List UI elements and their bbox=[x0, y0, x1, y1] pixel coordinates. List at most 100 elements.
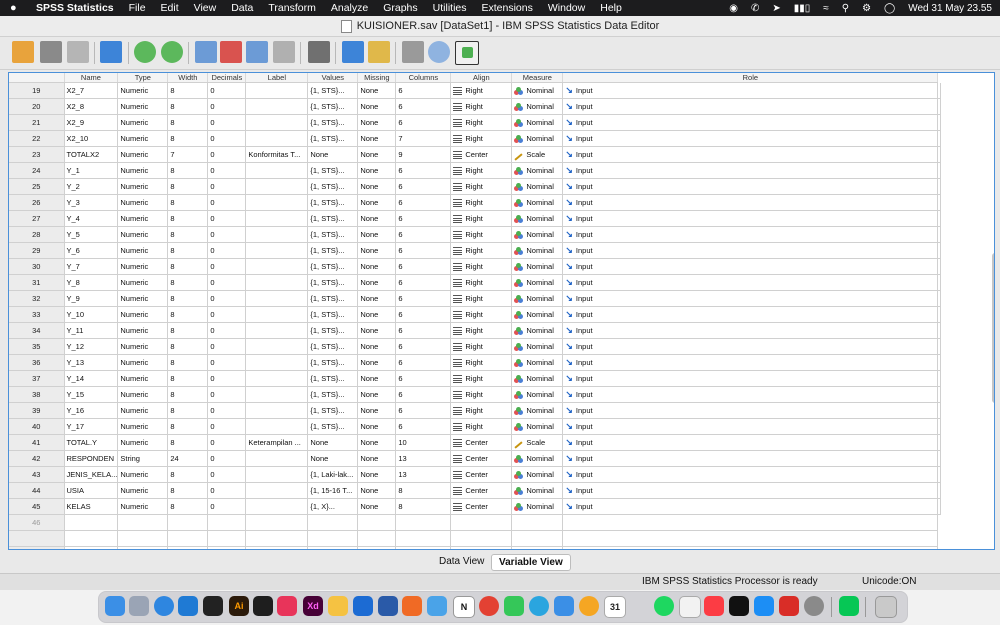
cell-columns[interactable]: 6 bbox=[395, 338, 452, 355]
cell-decimals[interactable]: 0 bbox=[207, 306, 247, 323]
globe-icon[interactable] bbox=[427, 596, 447, 616]
cell-role[interactable]: ↘ Input bbox=[562, 242, 939, 259]
cell-decimals[interactable]: 0 bbox=[207, 354, 247, 371]
cell-columns[interactable]: 6 bbox=[395, 354, 452, 371]
cell-type[interactable]: Numeric bbox=[117, 434, 169, 451]
menu-graphs[interactable]: Graphs bbox=[383, 2, 417, 14]
cell-label[interactable] bbox=[245, 98, 309, 115]
cell-width[interactable]: 8 bbox=[167, 322, 209, 339]
cell-values[interactable]: {1, STS}... bbox=[307, 194, 359, 211]
cell-decimals[interactable]: 0 bbox=[207, 322, 247, 339]
cell-align[interactable]: Right bbox=[450, 274, 513, 291]
cell-name[interactable]: Y_16 bbox=[64, 402, 119, 419]
cell-label[interactable] bbox=[245, 274, 309, 291]
col-header-columns[interactable]: Columns bbox=[395, 73, 452, 83]
cell-missing[interactable]: None bbox=[357, 242, 397, 259]
cell-measure[interactable]: Nominal bbox=[511, 402, 564, 419]
spotify-icon[interactable] bbox=[654, 596, 674, 616]
cell-width[interactable]: 7 bbox=[167, 146, 209, 163]
cell-columns[interactable]: 8 bbox=[395, 482, 452, 499]
cell-align[interactable]: Center bbox=[450, 498, 513, 515]
cell-type[interactable]: Numeric bbox=[117, 466, 169, 483]
save-icon[interactable] bbox=[40, 41, 62, 63]
col-header-decimals[interactable]: Decimals bbox=[207, 73, 247, 83]
cell-align[interactable]: Right bbox=[450, 386, 513, 403]
cell-columns[interactable]: 6 bbox=[395, 258, 452, 275]
row-number[interactable]: 21 bbox=[9, 114, 65, 131]
cell-missing[interactable]: None bbox=[357, 226, 397, 243]
row-number[interactable]: 28 bbox=[9, 226, 65, 243]
row-number[interactable]: 44 bbox=[9, 482, 65, 499]
creative-cloud-icon[interactable] bbox=[277, 596, 297, 616]
cell-missing[interactable]: None bbox=[357, 370, 397, 387]
cell-align[interactable]: Center bbox=[450, 466, 513, 483]
cell-label[interactable] bbox=[245, 386, 309, 403]
cell-align[interactable]: Center bbox=[450, 146, 513, 163]
figma-icon[interactable] bbox=[253, 596, 273, 616]
finder-icon[interactable] bbox=[105, 596, 125, 616]
menu-help[interactable]: Help bbox=[600, 2, 622, 14]
status-app-icon[interactable]: ◉ bbox=[729, 3, 738, 14]
cell-label[interactable] bbox=[245, 226, 309, 243]
cell-missing[interactable]: None bbox=[357, 194, 397, 211]
cell-name[interactable]: Y_15 bbox=[64, 386, 119, 403]
cell-values[interactable]: {1, STS}... bbox=[307, 210, 359, 227]
cell-measure[interactable]: Nominal bbox=[511, 162, 564, 179]
cell-values[interactable]: {1, STS}... bbox=[307, 322, 359, 339]
undo-icon[interactable] bbox=[134, 41, 156, 63]
empty-cell[interactable] bbox=[64, 514, 119, 531]
cell-missing[interactable]: None bbox=[357, 498, 397, 515]
cell-label[interactable] bbox=[245, 322, 309, 339]
notion-icon[interactable]: N bbox=[453, 596, 475, 618]
cell-decimals[interactable]: 0 bbox=[207, 338, 247, 355]
cell-label[interactable] bbox=[245, 162, 309, 179]
row-number[interactable]: 31 bbox=[9, 274, 65, 291]
cell-width[interactable]: 8 bbox=[167, 386, 209, 403]
menu-window[interactable]: Window bbox=[548, 2, 585, 14]
cell-name[interactable]: Y_14 bbox=[64, 370, 119, 387]
illustrator-icon[interactable]: Ai bbox=[229, 596, 249, 616]
cell-values[interactable]: {1, STS}... bbox=[307, 242, 359, 259]
cell-decimals[interactable]: 0 bbox=[207, 146, 247, 163]
cell-align[interactable]: Right bbox=[450, 194, 513, 211]
cell-name[interactable]: Y_6 bbox=[64, 242, 119, 259]
empty-cell[interactable] bbox=[207, 514, 247, 531]
cell-measure[interactable]: Nominal bbox=[511, 354, 564, 371]
cell-role[interactable]: ↘ Input bbox=[562, 226, 939, 243]
cell-values[interactable]: {1, STS}... bbox=[307, 306, 359, 323]
cell-measure[interactable]: Nominal bbox=[511, 418, 564, 435]
cell-align[interactable]: Right bbox=[450, 354, 513, 371]
cell-columns[interactable]: 6 bbox=[395, 306, 452, 323]
row-number[interactable]: 41 bbox=[9, 434, 65, 451]
cell-measure[interactable]: Nominal bbox=[511, 306, 564, 323]
cell-decimals[interactable]: 0 bbox=[207, 98, 247, 115]
cell-decimals[interactable]: 0 bbox=[207, 482, 247, 499]
cell-measure[interactable]: Nominal bbox=[511, 338, 564, 355]
cell-columns[interactable]: 13 bbox=[395, 466, 452, 483]
cell-name[interactable]: Y_3 bbox=[64, 194, 119, 211]
cell-name[interactable]: Y_13 bbox=[64, 354, 119, 371]
cell-label[interactable]: Keterampilan ... bbox=[245, 434, 309, 451]
cell-columns[interactable]: 6 bbox=[395, 274, 452, 291]
cell-label[interactable] bbox=[245, 306, 309, 323]
cell-role[interactable]: ↘ Input bbox=[562, 338, 939, 355]
col-header-type[interactable]: Type bbox=[117, 73, 169, 83]
cell-align[interactable]: Right bbox=[450, 306, 513, 323]
row-number[interactable]: 34 bbox=[9, 322, 65, 339]
recall-dialog-icon[interactable] bbox=[100, 41, 122, 63]
cell-width[interactable]: 8 bbox=[167, 226, 209, 243]
cell-values[interactable]: {1, STS}... bbox=[307, 402, 359, 419]
whatsapp-icon[interactable]: ✆ bbox=[751, 3, 759, 14]
cell-decimals[interactable]: 0 bbox=[207, 290, 247, 307]
col-header-role[interactable]: Role bbox=[562, 73, 939, 83]
cell-missing[interactable]: None bbox=[357, 466, 397, 483]
cell-role[interactable]: ↘ Input bbox=[562, 130, 939, 147]
music-icon[interactable] bbox=[704, 596, 724, 616]
cell-align[interactable]: Right bbox=[450, 290, 513, 307]
cell-name[interactable]: X2_9 bbox=[64, 114, 119, 131]
trash-icon[interactable] bbox=[875, 596, 897, 618]
cell-name[interactable]: Y_10 bbox=[64, 306, 119, 323]
cell-label[interactable] bbox=[245, 338, 309, 355]
cell-type[interactable]: Numeric bbox=[117, 258, 169, 275]
row-number[interactable]: 43 bbox=[9, 466, 65, 483]
